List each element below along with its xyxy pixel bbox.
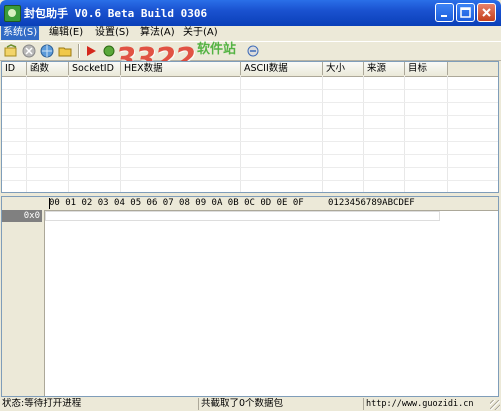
hex-data-row[interactable] — [45, 211, 440, 221]
hex-row-offset: 0x0 — [2, 210, 42, 222]
status-bar: 状态:等待打开进程 共截取了0个数据包 http://www.guozidi.c… — [0, 397, 501, 411]
grid-line — [120, 76, 121, 192]
grid-line — [2, 89, 498, 90]
grid-line — [240, 76, 241, 192]
maximize-button[interactable] — [456, 3, 475, 22]
column-socket-id[interactable]: SocketID — [69, 62, 121, 75]
maximize-icon — [460, 7, 471, 18]
column-ascii-data[interactable]: ASCII数据 — [241, 62, 323, 75]
folder-icon — [58, 47, 72, 57]
filter-button[interactable] — [246, 44, 260, 58]
column-target[interactable]: 目标 — [405, 62, 448, 75]
grid-line — [363, 76, 364, 192]
play-icon — [87, 46, 96, 56]
grid-line — [2, 180, 498, 181]
column-function[interactable]: 函数 — [27, 62, 69, 75]
hex-column-labels: 00 01 02 03 04 05 06 07 08 09 0A 0B 0C 0… — [49, 198, 304, 208]
close-button[interactable] — [477, 3, 496, 22]
minimize-icon — [441, 15, 447, 17]
column-size[interactable]: 大小 — [323, 62, 364, 75]
filter-icon — [247, 45, 259, 57]
grid-line — [322, 76, 323, 192]
open-process-icon — [4, 44, 17, 57]
grid-line — [2, 167, 498, 168]
hex-header: 00 01 02 03 04 05 06 07 08 09 0A 0B 0C 0… — [2, 197, 498, 211]
menu-edit[interactable]: 编辑(E) — [47, 26, 85, 40]
open-process-button[interactable] — [4, 44, 18, 58]
hex-offset-gutter — [2, 210, 45, 396]
record-button[interactable] — [102, 44, 116, 58]
menu-settings[interactable]: 设置(S) — [93, 26, 131, 40]
toolbar-separator — [78, 44, 80, 58]
resize-grip[interactable] — [490, 400, 500, 410]
column-source[interactable]: 来源 — [364, 62, 405, 75]
menu-bar: 系统(S) 编辑(E) 设置(S) 算法(A) 关于(A) — [0, 26, 501, 40]
globe-icon — [40, 44, 54, 58]
grid-line — [447, 76, 448, 192]
grid-line — [2, 128, 498, 129]
status-state: 状态:等待打开进程 — [2, 398, 82, 409]
app-icon — [4, 5, 21, 22]
hex-view[interactable]: 00 01 02 03 04 05 06 07 08 09 0A 0B 0C 0… — [1, 196, 499, 397]
stop-icon — [22, 44, 36, 58]
grid-line — [68, 76, 69, 192]
grid-line — [404, 76, 405, 192]
start-capture-button[interactable] — [84, 44, 98, 58]
grid-line — [2, 115, 498, 116]
column-hex-data[interactable]: HEX数据 — [121, 62, 241, 75]
text-caret — [49, 198, 50, 209]
status-url: http://www.guozidi.cn — [363, 398, 489, 410]
app-window: 封包助手 V0.6 Beta Build 0306 系统(S) 编辑(E) 设置… — [0, 0, 501, 411]
close-icon — [482, 8, 491, 17]
window-title: 封包助手 V0.6 Beta Build 0306 — [24, 7, 208, 20]
menu-system[interactable]: 系统(S) — [1, 26, 40, 40]
grid-line — [2, 102, 498, 103]
column-id[interactable]: ID — [2, 62, 27, 75]
stop-button[interactable] — [22, 44, 36, 58]
folder-button[interactable] — [58, 44, 72, 58]
grid-line — [26, 76, 27, 192]
menu-algorithm[interactable]: 算法(A) — [138, 26, 177, 40]
status-captured: 共截取了0个数据包 — [198, 398, 363, 410]
record-icon — [103, 45, 115, 57]
hex-ascii-labels: 0123456789ABCDEF — [328, 198, 415, 208]
minimize-button[interactable] — [435, 3, 454, 22]
packet-list[interactable]: ID 函数 SocketID HEX数据 ASCII数据 大小 来源 目标 — [1, 61, 499, 193]
menu-about[interactable]: 关于(A) — [181, 26, 220, 40]
toolbar — [0, 41, 501, 61]
globe-button[interactable] — [40, 44, 54, 58]
grid-line — [2, 141, 498, 142]
packet-list-header: ID 函数 SocketID HEX数据 ASCII数据 大小 来源 目标 — [2, 62, 498, 77]
grid-line — [2, 154, 498, 155]
title-bar[interactable]: 封包助手 V0.6 Beta Build 0306 — [0, 0, 501, 26]
